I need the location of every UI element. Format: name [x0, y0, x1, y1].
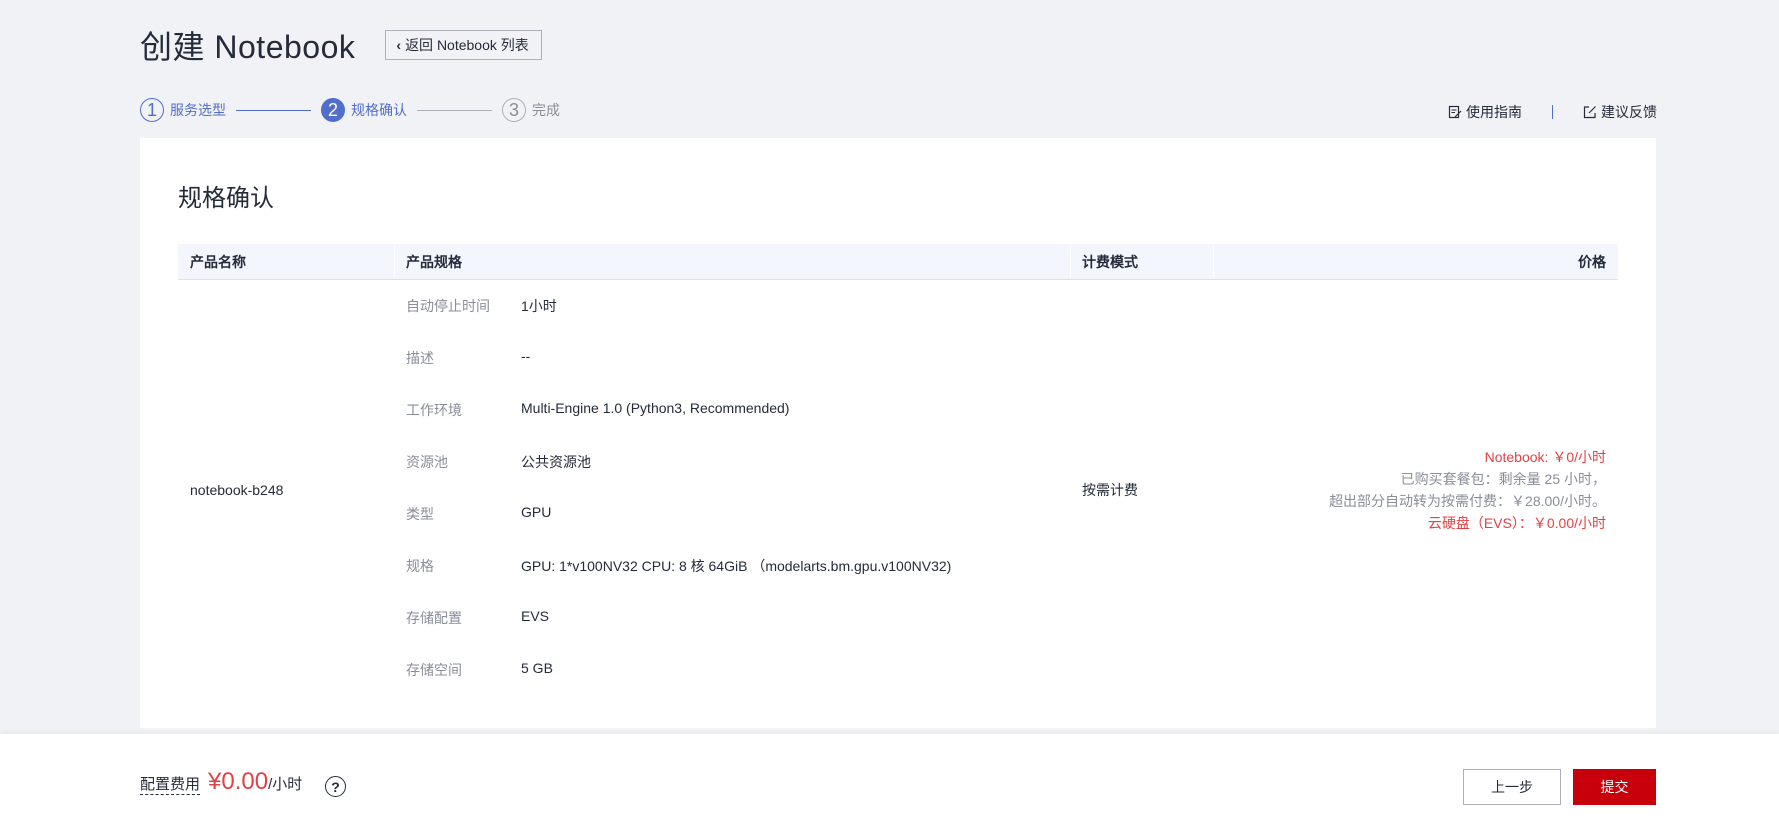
step-3: 3 完成 — [502, 98, 560, 122]
config-fee: 配置费用 ¥0.00 /小时 — [140, 768, 302, 796]
spec-label: 存储配置 — [406, 610, 462, 626]
spec-label: 描述 — [406, 350, 434, 366]
help-icon[interactable]: ? — [325, 776, 346, 797]
step-1-label: 服务选型 — [170, 102, 226, 118]
header-price: 价格 — [1213, 244, 1618, 279]
guide-icon — [1448, 105, 1462, 119]
spec-row: 规格 GPU: 1*v100NV32 CPU: 8 核 64GiB （modela… — [406, 556, 1070, 608]
billing-mode: 按需计费 — [1082, 482, 1138, 498]
feedback-link[interactable]: 建议反馈 — [1583, 102, 1657, 122]
spec-row: 存储空间 5 GB — [406, 660, 1070, 712]
price-cell: Notebook: ￥0/小时 已购买套餐包：剩余量 25 小时， 超出部分自动… — [1213, 280, 1618, 700]
card-title: 规格确认 — [178, 185, 274, 212]
link-divider — [1552, 105, 1553, 119]
back-button-label: 返回 Notebook 列表 — [405, 37, 529, 53]
header-billing-mode: 计费模式 — [1070, 244, 1213, 279]
header-product-name: 产品名称 — [190, 253, 246, 270]
header-product-spec: 产品规格 — [394, 244, 1070, 279]
spec-list: 自动停止时间 1小时 描述 -- 工作环境 Multi-Engine 1.0 (Pyt… — [394, 280, 1070, 700]
step-2: 2 规格确认 — [321, 98, 407, 122]
price-details: Notebook: ￥0/小时 已购买套餐包：剩余量 25 小时， 超出部分自动… — [1329, 446, 1606, 534]
step-1-number: 1 — [140, 98, 164, 122]
step-1[interactable]: 1 服务选型 — [140, 98, 226, 122]
spec-confirm-card: 规格确认 产品名称 产品规格 计费模式 价格 notebook-b248 自动停… — [140, 138, 1656, 728]
spec-value: EVS — [521, 608, 550, 624]
step-connector — [236, 109, 311, 111]
spec-value: 1小时 — [521, 298, 557, 314]
spec-value: Multi-Engine 1.0 (Python3, Recommended) — [521, 400, 790, 416]
spec-label: 自动停止时间 — [406, 298, 490, 314]
spec-label: 规格 — [406, 558, 434, 574]
fee-label[interactable]: 配置费用 — [140, 773, 201, 795]
spec-label: 类型 — [406, 506, 434, 522]
price-package: 已购买套餐包：剩余量 25 小时， — [1400, 471, 1606, 487]
feedback-link-label: 建议反馈 — [1601, 104, 1657, 120]
step-2-number: 2 — [321, 98, 345, 122]
spec-value: GPU — [521, 504, 552, 520]
feedback-icon — [1583, 106, 1596, 119]
price-overflow: 超出部分自动转为按需付费：￥28.00/小时。 — [1329, 493, 1606, 509]
product-name: notebook-b248 — [190, 482, 284, 498]
table-row: notebook-b248 自动停止时间 1小时 描述 -- 工作环境 Multi-E… — [178, 280, 1618, 700]
footer-bar: 配置费用 ¥0.00 /小时 ? 上一步 提交 — [0, 734, 1779, 822]
spec-row: 存储配置 EVS — [406, 608, 1070, 660]
spec-table: 产品名称 产品规格 计费模式 价格 notebook-b248 自动停止时间 1小… — [178, 244, 1618, 700]
step-2-label: 规格确认 — [351, 102, 407, 118]
page-title: 创建 Notebook — [140, 29, 356, 65]
guide-link-label: 使用指南 — [1466, 104, 1522, 120]
spec-label: 存储空间 — [406, 662, 462, 678]
spec-value: 公共资源池 — [521, 454, 591, 470]
price-notebook: Notebook: ￥0/小时 — [1484, 449, 1606, 465]
chevron-left-icon: ‹ — [396, 37, 402, 53]
previous-step-button[interactable]: 上一步 — [1463, 769, 1561, 805]
spec-row: 资源池 公共资源池 — [406, 452, 1070, 504]
back-to-list-button[interactable]: ‹ 返回 Notebook 列表 — [385, 30, 542, 60]
fee-amount: ¥0.00 — [208, 768, 269, 795]
fee-unit: /小时 — [268, 776, 303, 793]
spec-row: 工作环境 Multi-Engine 1.0 (Python3, Recommend… — [406, 400, 1070, 452]
spec-label: 资源池 — [406, 454, 448, 470]
spec-value: GPU: 1*v100NV32 CPU: 8 核 64GiB （modelart… — [521, 558, 952, 574]
table-header: 产品名称 产品规格 计费模式 价格 — [178, 244, 1618, 280]
step-3-label: 完成 — [532, 102, 560, 118]
page-header: 创建 Notebook ‹ 返回 Notebook 列表 — [140, 22, 542, 68]
spec-row: 类型 GPU — [406, 504, 1070, 556]
spec-value: -- — [521, 348, 531, 364]
top-links: 使用指南 建议反馈 — [1448, 102, 1657, 122]
step-3-number: 3 — [502, 98, 526, 122]
price-evs: 云硬盘（EVS）：￥0.00/小时 — [1427, 515, 1606, 531]
spec-row: 描述 -- — [406, 348, 1070, 400]
guide-link[interactable]: 使用指南 — [1448, 102, 1522, 122]
spec-label: 工作环境 — [406, 402, 462, 418]
stepper: 1 服务选型 2 规格确认 3 完成 — [140, 98, 560, 122]
step-connector — [417, 109, 492, 111]
spec-row: 自动停止时间 1小时 — [406, 296, 1070, 348]
submit-button[interactable]: 提交 — [1573, 769, 1656, 805]
spec-value: 5 GB — [521, 660, 553, 676]
